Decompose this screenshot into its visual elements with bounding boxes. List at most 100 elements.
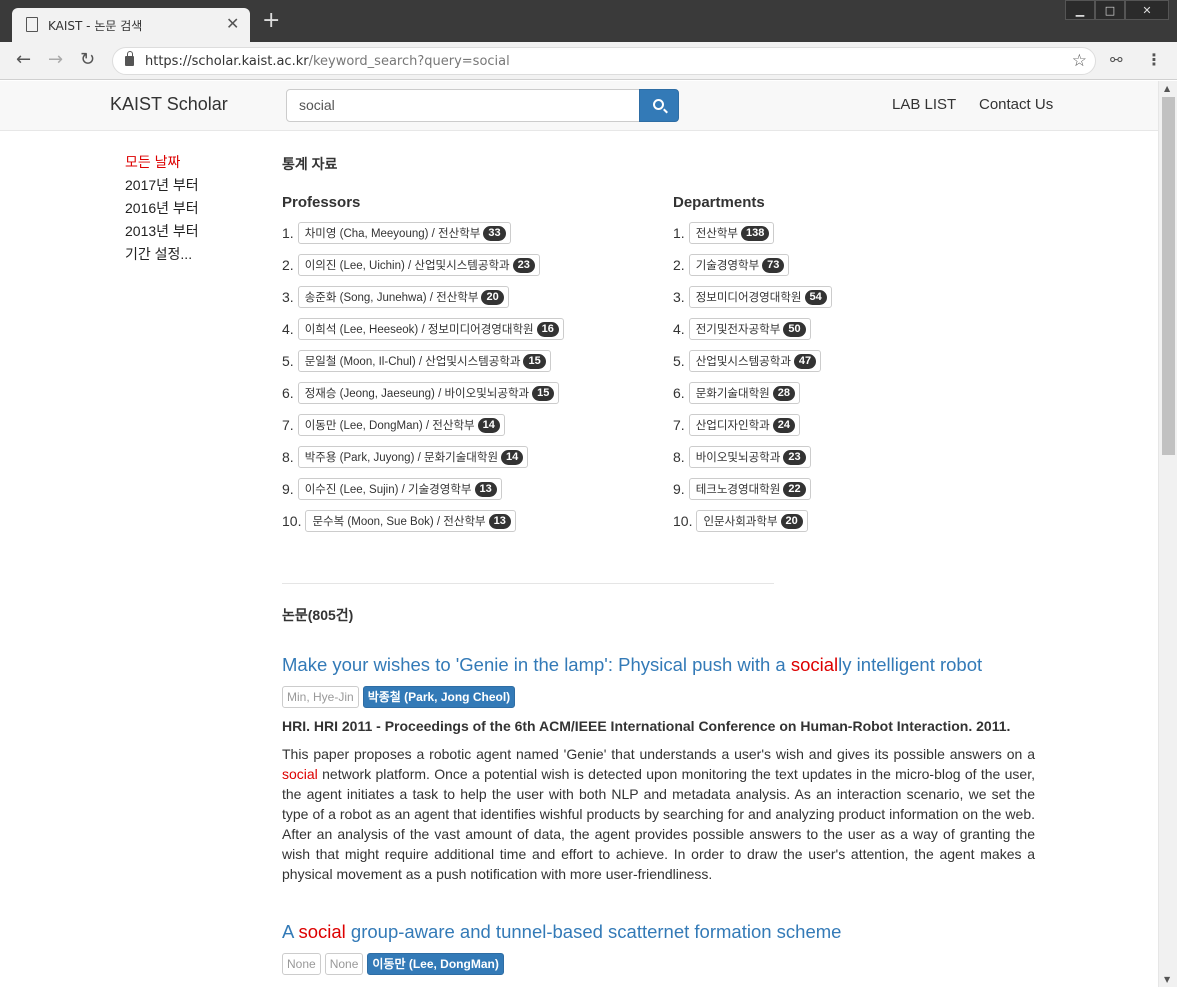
departments-filter-button[interactable]: 문화기술대학원 28 [688,382,800,404]
maximize-button[interactable]: □ [1095,0,1125,20]
extension-icon[interactable]: ⚯ [1110,51,1123,69]
count-badge: 20 [481,289,504,305]
count-badge: 47 [793,353,817,369]
page-scrollbar[interactable]: ▲ ▼ [1158,81,1177,987]
browser-tab[interactable]: KAIST - 논문 검색 ✕ [12,8,250,42]
count-badge: 24 [772,417,795,433]
departments-row: 10. 인문사회과학부 20 [673,510,832,542]
stats-title: 통계 자료 [282,156,338,172]
reload-icon[interactable]: ↻ [80,50,95,70]
rank-number: 8. [282,449,294,465]
departments-filter-button[interactable]: 산업디자인학과 24 [688,414,800,436]
professors-label: 이의진 (Lee, Uichin) / 산업및시스템공학과 [304,260,510,272]
filter-since-2016[interactable]: 2016년 부터 [125,198,199,221]
rank-number: 7. [282,417,294,433]
browser-menu-icon[interactable]: ⋮ [1146,50,1162,69]
count-badge: 13 [488,513,511,529]
professors-row: 4. 이희석 (Lee, Heeseok) / 정보미디어경영대학원 16 [282,318,564,350]
professors-label: 정재승 (Jeong, Jaeseung) / 바이오및뇌공학과 [304,388,530,400]
filter-since-2013[interactable]: 2013년 부터 [125,221,199,244]
search-button[interactable] [639,89,679,122]
count-badge: 73 [762,257,785,273]
professors-label: 박주용 (Park, Juyong) / 문화기술대학원 [304,452,499,464]
professors-filter-button[interactable]: 이수진 (Lee, Sujin) / 기술경영학부 13 [297,478,502,500]
departments-row: 6. 문화기술대학원 28 [673,382,832,414]
minimize-button[interactable]: ▁ [1065,0,1095,20]
rank-number: 9. [282,481,294,497]
paper-title-link[interactable]: A social group-aware and tunnel-based sc… [282,919,1035,945]
forward-arrow-icon[interactable]: → [48,50,63,70]
professors-row: 3. 송준화 (Song, Junehwa) / 전산학부 20 [282,286,564,318]
professors-filter-button[interactable]: 문일철 (Moon, Il-Chul) / 산업및시스템공학과 15 [297,350,551,372]
new-tab-button[interactable]: + [262,10,280,32]
professors-filter-button[interactable]: 정재승 (Jeong, Jaeseung) / 바이오및뇌공학과 15 [297,382,560,404]
browser-tab-strip: KAIST - 논문 검색 ✕ + ▁ □ ✕ [0,0,1177,42]
scroll-thumb[interactable] [1162,97,1175,455]
professors-row: 7. 이동만 (Lee, DongMan) / 전산학부 14 [282,414,564,446]
departments-label: 테크노경영대학원 [695,484,781,496]
close-window-button[interactable]: ✕ [1125,0,1169,20]
rank-number: 10. [282,513,302,529]
professors-label: 이희석 (Lee, Heeseok) / 정보미디어경영대학원 [304,324,534,336]
author-tag[interactable]: None [282,953,321,975]
professors-filter-button[interactable]: 이의진 (Lee, Uichin) / 산업및시스템공학과 23 [297,254,540,276]
scroll-down-icon[interactable]: ▼ [1164,975,1170,984]
departments-filter-button[interactable]: 테크노경영대학원 22 [688,478,811,500]
filter-since-2017[interactable]: 2017년 부터 [125,175,199,198]
departments-row: 1. 전산학부 138 [673,222,832,254]
close-tab-icon[interactable]: ✕ [226,15,239,33]
professors-filter-button[interactable]: 송준화 (Song, Junehwa) / 전산학부 20 [297,286,509,308]
departments-filter-button[interactable]: 전기및전자공학부 50 [688,318,811,340]
count-badge: 16 [536,321,559,337]
address-bar[interactable]: https://scholar.kaist.ac.kr/keyword_sear… [112,47,1096,75]
rank-number: 1. [282,225,294,241]
rank-number: 8. [673,449,685,465]
author-tag[interactable]: Min, Hye-Jin [282,686,359,708]
departments-row: 5. 산업및시스템공학과 47 [673,350,832,382]
departments-row: 7. 산업디자인학과 24 [673,414,832,446]
rank-number: 6. [282,385,294,401]
professors-row: 8. 박주용 (Park, Juyong) / 문화기술대학원 14 [282,446,564,478]
professors-label: 문수복 (Moon, Sue Bok) / 전산학부 [312,516,486,528]
professors-filter-button[interactable]: 차미영 (Cha, Meeyoung) / 전산학부 33 [297,222,511,244]
nav-lab-list[interactable]: LAB LIST [892,96,956,113]
departments-filter-button[interactable]: 바이오및뇌공학과 23 [688,446,811,468]
filter-all-dates[interactable]: 모든 날짜 [125,152,199,175]
professors-filter-button[interactable]: 문수복 (Moon, Sue Bok) / 전산학부 13 [305,510,516,532]
filter-custom-range[interactable]: 기간 설정... [125,244,199,267]
back-arrow-icon[interactable]: ← [16,50,31,70]
departments-title: Departments [673,194,765,211]
scroll-up-icon[interactable]: ▲ [1164,84,1170,93]
departments-filter-button[interactable]: 기술경영학부 73 [688,254,790,276]
author-tag[interactable]: None [324,953,364,975]
departments-filter-button[interactable]: 인문사회과학부 20 [696,510,808,532]
professors-filter-button[interactable]: 이동만 (Lee, DongMan) / 전산학부 14 [297,414,505,436]
departments-filter-button[interactable]: 정보미디어경영대학원 54 [688,286,832,308]
nav-contact-us[interactable]: Contact Us [979,96,1053,113]
paper-title-text: Make your wishes to 'Genie in the lamp':… [282,654,791,675]
rank-number: 4. [282,321,294,337]
paper-title-highlight: social [790,654,839,675]
date-filter-sidebar: 모든 날짜 2017년 부터 2016년 부터 2013년 부터 기간 설정..… [125,152,199,267]
author-tag-primary[interactable]: 박종철 (Park, Jong Cheol) [362,686,516,708]
count-badge: 23 [783,449,806,465]
rank-number: 9. [673,481,685,497]
departments-row: 8. 바이오및뇌공학과 23 [673,446,832,478]
professors-filter-button[interactable]: 이희석 (Lee, Heeseok) / 정보미디어경영대학원 16 [297,318,564,340]
author-tag-primary[interactable]: 이동만 (Lee, DongMan) [367,953,504,975]
departments-row: 4. 전기및전자공학부 50 [673,318,832,350]
page-icon [26,17,38,32]
site-brand[interactable]: KAIST Scholar [110,94,228,115]
professors-filter-button[interactable]: 박주용 (Park, Juyong) / 문화기술대학원 14 [297,446,529,468]
search-input[interactable]: social [286,89,640,122]
paper-title-text: A [282,921,299,942]
bookmark-star-icon[interactable]: ☆ [1072,51,1087,71]
paper-abstract: This paper proposes a robotic agent name… [282,744,1035,884]
departments-label: 산업및시스템공학과 [695,356,791,368]
rank-number: 6. [673,385,685,401]
departments-filter-button[interactable]: 전산학부 138 [688,222,775,244]
paper-title-link[interactable]: Make your wishes to 'Genie in the lamp':… [282,652,1035,678]
departments-filter-button[interactable]: 산업및시스템공학과 47 [688,350,822,372]
search-icon [653,99,664,110]
page-content: KAIST Scholar social LAB LIST Contact Us… [0,81,1158,987]
